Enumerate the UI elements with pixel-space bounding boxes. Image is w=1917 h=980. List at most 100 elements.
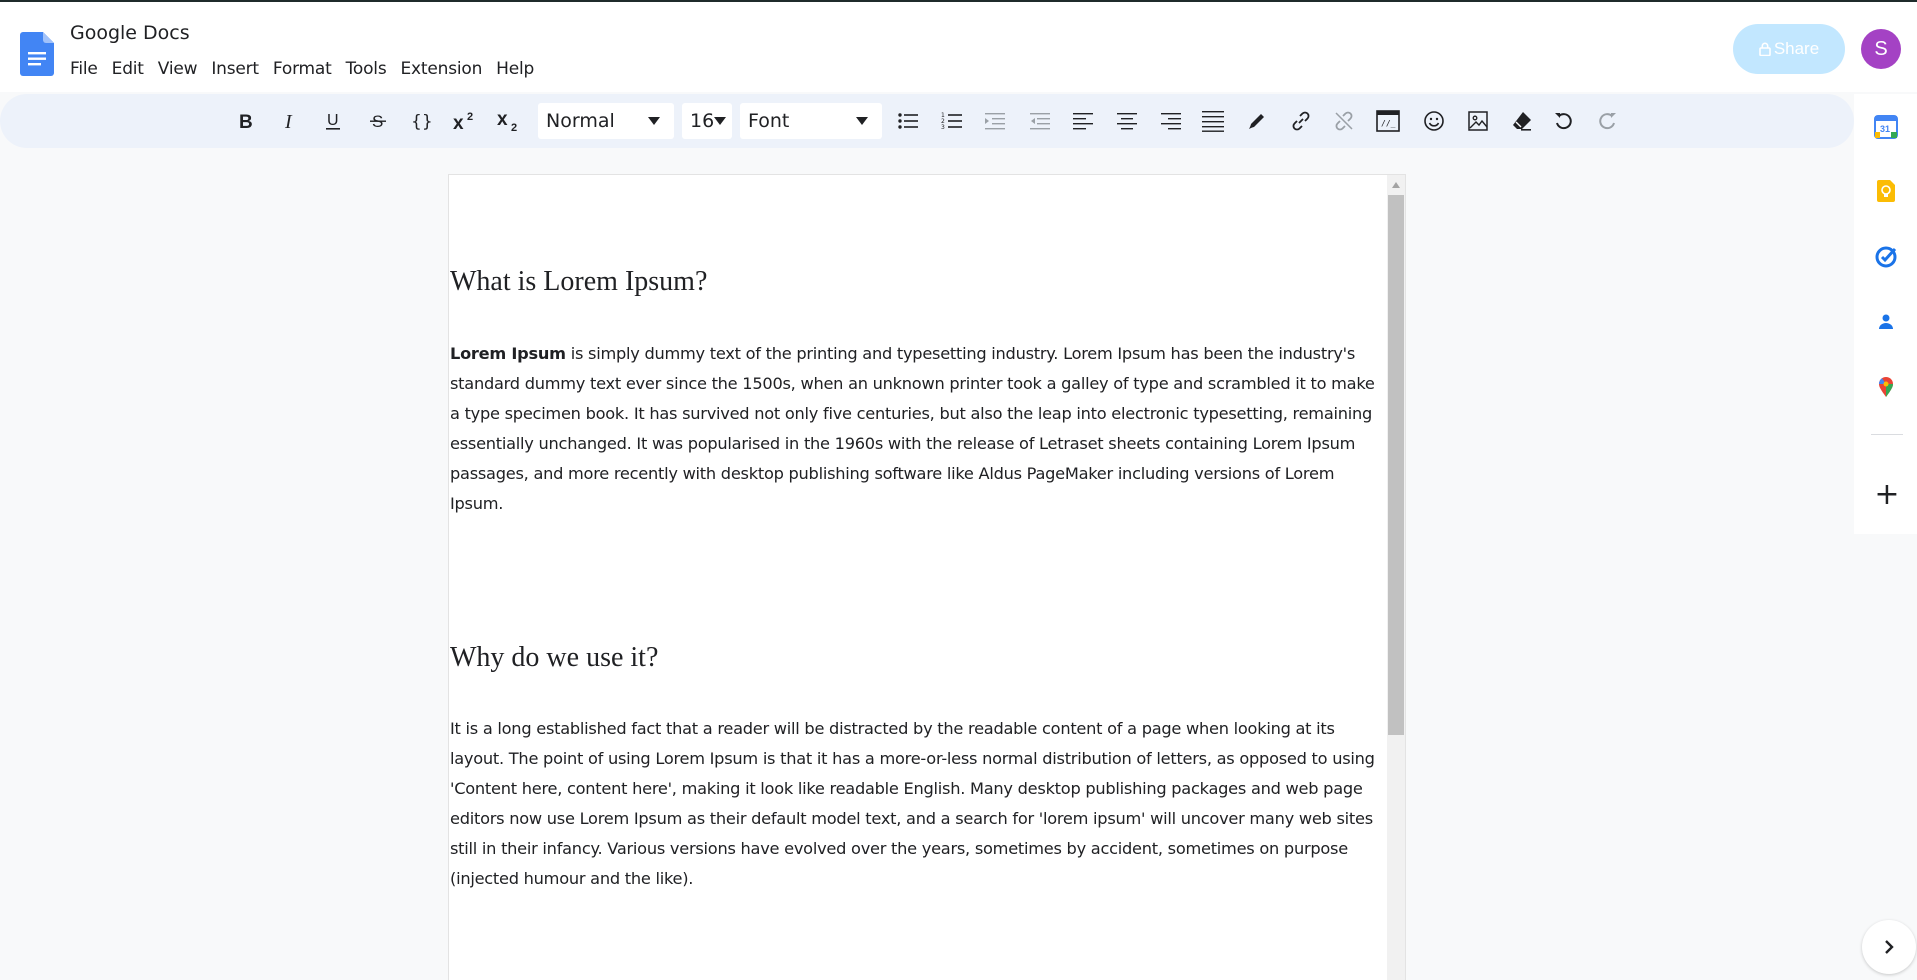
app-title: Google Docs [70, 22, 190, 44]
lock-icon [1759, 42, 1771, 56]
maps-icon[interactable] [1874, 375, 1898, 399]
doc-heading-2: Why do we use it? [450, 642, 659, 673]
menu-bar: File Edit View Insert Format Tools Exten… [70, 59, 541, 79]
subscript-icon: x2 [497, 109, 517, 133]
redo-button[interactable] [1591, 105, 1623, 137]
contacts-icon[interactable] [1874, 310, 1898, 334]
paragraph-text: is simply dummy text of the printing and… [450, 344, 1375, 513]
image-icon [1468, 111, 1488, 131]
align-center-icon [1117, 113, 1137, 130]
svg-text:U: U [327, 112, 339, 129]
bold-button[interactable]: B [230, 105, 262, 137]
strikethrough-icon: S [370, 112, 386, 131]
insert-emoji-button[interactable] [1418, 105, 1450, 137]
bulleted-list-button[interactable] [892, 105, 924, 137]
svg-text:I: I [284, 112, 293, 130]
svg-text:B: B [239, 112, 253, 130]
undo-icon [1555, 113, 1572, 130]
curly-braces-icon: {} [411, 112, 432, 131]
menu-view[interactable]: View [151, 59, 205, 79]
keep-icon[interactable] [1874, 179, 1898, 203]
align-right-icon [1161, 113, 1181, 130]
insert-link-button[interactable] [1285, 105, 1317, 137]
superscript-button[interactable]: x2 [449, 105, 481, 137]
scroll-up-arrow-icon[interactable] [1392, 182, 1400, 188]
code-block-button[interactable]: {} [405, 105, 437, 137]
code-window-icon: //_ [1376, 110, 1400, 132]
formatting-toolbar: B I U S {} x2 x2 Normal 16 Font 123 //_ [0, 94, 1854, 148]
doc-heading-1: What is Lorem Ipsum? [450, 266, 708, 297]
clear-formatting-button[interactable] [1506, 105, 1538, 137]
paragraph-style-select[interactable]: Normal [538, 103, 674, 139]
align-center-button[interactable] [1111, 105, 1143, 137]
doc-paragraph-1: Lorem Ipsum is simply dummy text of the … [450, 339, 1380, 519]
doc-paragraph-2: It is a long established fact that a rea… [450, 719, 1375, 888]
text-color-button[interactable] [1241, 105, 1273, 137]
svg-text://_: //_ [1381, 119, 1396, 128]
chevron-down-icon [648, 117, 660, 125]
share-label: Share [1773, 39, 1820, 58]
svg-text:3: 3 [941, 124, 945, 131]
expand-side-panel-button[interactable] [1862, 920, 1916, 974]
align-justify-icon [1202, 111, 1224, 132]
insert-image-button[interactable] [1462, 105, 1494, 137]
numbered-list-icon: 123 [941, 112, 962, 131]
menu-tools[interactable]: Tools [339, 59, 394, 79]
font-family-select[interactable]: Font [740, 103, 882, 139]
menu-help[interactable]: Help [489, 59, 541, 79]
strikethrough-button[interactable]: S [362, 105, 394, 137]
font-size-select[interactable]: 16 [682, 103, 732, 139]
menu-edit[interactable]: Edit [105, 59, 151, 79]
bold-icon: B [239, 112, 253, 130]
pen-icon [1249, 114, 1264, 129]
add-addon-plus-icon[interactable]: + [1874, 480, 1900, 510]
subscript-button[interactable]: x2 [493, 105, 525, 137]
chevron-down-icon [714, 117, 726, 125]
indent-left-icon [985, 113, 1005, 130]
document-content[interactable]: What is Lorem Ipsum? Lorem Ipsum is simp… [450, 265, 1380, 894]
remove-link-button[interactable] [1328, 105, 1360, 137]
app-header: Google Docs File Edit View Insert Format… [0, 2, 1917, 92]
scrollbar-thumb[interactable] [1388, 195, 1404, 735]
underline-icon: U [326, 112, 340, 130]
align-left-button[interactable] [1067, 105, 1099, 137]
google-docs-logo-icon[interactable] [20, 32, 54, 76]
underline-button[interactable]: U [317, 105, 349, 137]
share-button[interactable]: Share [1733, 24, 1845, 74]
side-panel: 31 [1854, 94, 1917, 534]
undo-button[interactable] [1548, 105, 1580, 137]
menu-insert[interactable]: Insert [204, 59, 266, 79]
bulleted-list-icon [898, 113, 918, 129]
insert-code-button[interactable]: //_ [1372, 105, 1404, 137]
indent-right-icon [1030, 113, 1050, 130]
align-justify-button[interactable] [1197, 105, 1229, 137]
smiley-icon [1424, 111, 1444, 131]
redo-icon [1599, 113, 1616, 130]
font-size-value: 16 [690, 110, 715, 132]
avatar[interactable]: S [1861, 29, 1901, 69]
chevron-down-icon [856, 117, 868, 125]
calendar-day: 31 [1880, 124, 1890, 134]
numbered-list-button[interactable]: 123 [936, 105, 968, 137]
chevron-right-icon [1885, 940, 1894, 954]
menu-file[interactable]: File [70, 59, 105, 79]
side-panel-divider [1871, 434, 1903, 435]
increase-indent-button[interactable] [1024, 105, 1056, 137]
unlink-icon [1335, 111, 1353, 131]
svg-text:2: 2 [511, 122, 517, 133]
align-right-button[interactable] [1155, 105, 1187, 137]
svg-text:2: 2 [467, 111, 473, 123]
align-left-icon [1073, 113, 1093, 130]
svg-text:x: x [453, 113, 464, 132]
document-page[interactable]: What is Lorem Ipsum? Lorem Ipsum is simp… [448, 174, 1406, 980]
svg-text:x: x [497, 109, 508, 130]
tasks-icon[interactable] [1874, 245, 1898, 269]
superscript-icon: x2 [453, 111, 473, 132]
svg-text:{}: {} [411, 112, 432, 131]
italic-button[interactable]: I [274, 105, 306, 137]
font-family-value: Font [748, 110, 790, 132]
calendar-icon[interactable]: 31 [1874, 115, 1898, 139]
decrease-indent-button[interactable] [979, 105, 1011, 137]
menu-extension[interactable]: Extension [394, 59, 490, 79]
menu-format[interactable]: Format [266, 59, 339, 79]
